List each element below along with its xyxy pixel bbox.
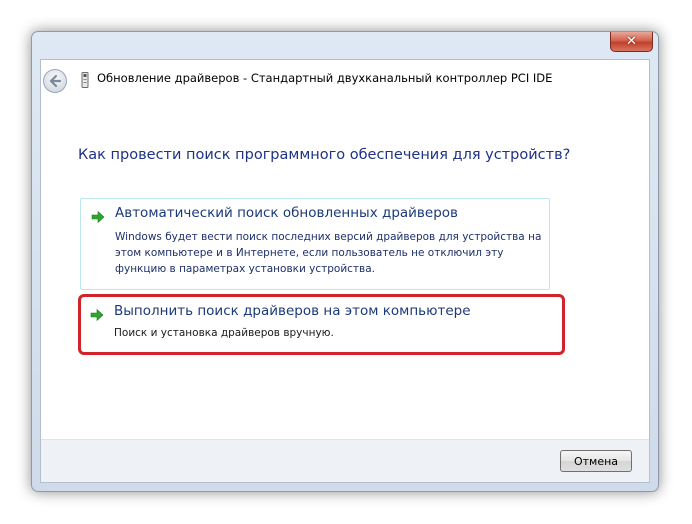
back-button[interactable]	[43, 69, 67, 93]
page-heading: Как провести поиск программного обеспече…	[78, 147, 571, 163]
auto-search-description: Windows будет вести поиск последних верс…	[115, 231, 542, 275]
close-icon: ✕	[626, 34, 637, 49]
manual-search-title: Выполнить поиск драйверов на этом компью…	[114, 303, 471, 319]
back-arrow-icon	[49, 74, 62, 88]
auto-search-title: Автоматический поиск обновленных драйвер…	[115, 205, 458, 221]
close-button[interactable]: ✕	[610, 32, 653, 52]
manual-search-description: Поиск и установка драйверов вручную.	[114, 327, 334, 339]
auto-search-option[interactable]: Автоматический поиск обновленных драйвер…	[80, 198, 550, 290]
dialog-content: Обновление драйверов - Стандартный двухк…	[40, 59, 650, 483]
dialog-window: ✕ Обновление драйверов - Стандартный дву…	[31, 31, 659, 492]
dialog-title: Обновление драйверов - Стандартный двухк…	[97, 71, 553, 85]
cancel-button[interactable]: Отмена	[560, 450, 632, 472]
dialog-footer: Отмена	[41, 439, 649, 482]
manual-search-option[interactable]: Выполнить поиск драйверов на этом компью…	[80, 297, 550, 352]
green-arrow-icon	[91, 210, 105, 224]
dialog-header: Обновление драйверов - Стандартный двухк…	[41, 60, 649, 100]
green-arrow-icon	[90, 308, 104, 322]
device-icon	[81, 72, 89, 88]
